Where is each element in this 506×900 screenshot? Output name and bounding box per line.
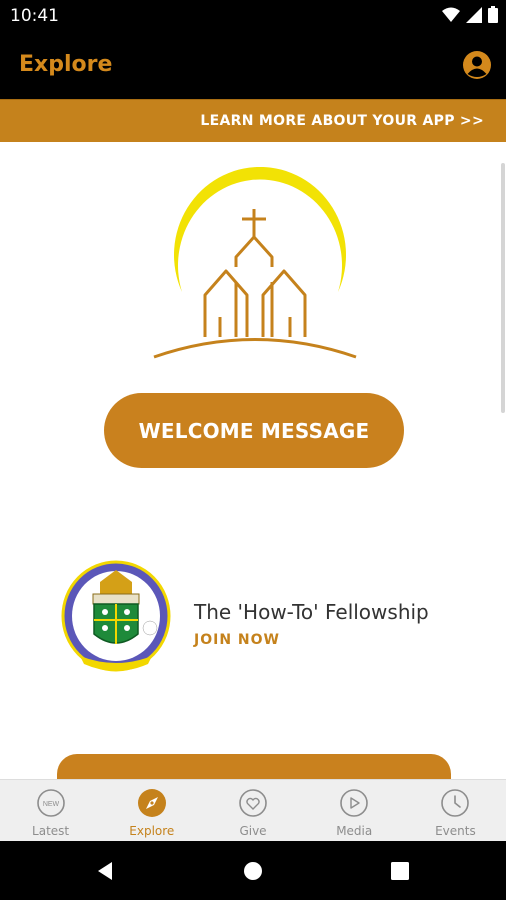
learn-more-banner[interactable]: LEARN MORE ABOUT YOUR APP >> <box>0 99 506 142</box>
join-now-link[interactable]: JOIN NOW <box>194 632 280 648</box>
status-icons <box>442 6 498 23</box>
back-icon[interactable] <box>94 859 118 883</box>
app-bar: Explore <box>0 32 506 99</box>
fellowship-title: The 'How-To' Fellowship <box>194 600 429 624</box>
tab-label: Events <box>435 824 476 838</box>
page-title: Explore <box>19 52 113 77</box>
scrollbar[interactable] <box>501 163 505 413</box>
status-time: 10:41 <box>10 6 59 26</box>
compass-icon <box>137 789 166 817</box>
heart-icon <box>239 789 267 817</box>
wifi-icon <box>442 7 460 22</box>
next-card-button[interactable] <box>57 754 451 779</box>
system-nav-bar <box>0 841 506 900</box>
tab-label: Media <box>336 824 373 838</box>
profile-icon[interactable] <box>462 50 492 80</box>
church-logo-icon <box>153 167 357 359</box>
recents-icon[interactable] <box>388 859 412 883</box>
battery-icon <box>488 6 498 23</box>
tab-give[interactable]: Give <box>202 780 303 841</box>
welcome-message-button[interactable]: WELCOME MESSAGE <box>104 393 404 468</box>
play-icon <box>340 789 369 817</box>
status-bar: 10:41 <box>0 0 506 32</box>
home-icon[interactable] <box>241 859 265 883</box>
tab-label: Explore <box>129 824 175 838</box>
bottom-tab-bar: NEW Latest Explore Give Media Events <box>0 779 506 841</box>
tab-explore[interactable]: Explore <box>101 780 202 841</box>
tab-media[interactable]: Media <box>304 780 405 841</box>
tab-label: Latest <box>32 824 70 838</box>
explore-content: WELCOME MESSAGE The 'How-To' Fellowship … <box>0 142 506 779</box>
diocese-crest-icon <box>61 560 171 672</box>
cellular-icon <box>466 6 482 23</box>
tab-events[interactable]: Events <box>405 780 506 841</box>
clock-icon <box>441 789 470 817</box>
fellowship-list-item[interactable]: The 'How-To' Fellowship JOIN NOW <box>0 552 506 692</box>
banner-text: LEARN MORE ABOUT YOUR APP >> <box>200 113 484 129</box>
tab-label: Give <box>239 824 267 838</box>
new-badge-icon: NEW <box>36 789 65 817</box>
tab-latest[interactable]: NEW Latest <box>0 780 101 841</box>
svg-text:NEW: NEW <box>42 801 59 808</box>
